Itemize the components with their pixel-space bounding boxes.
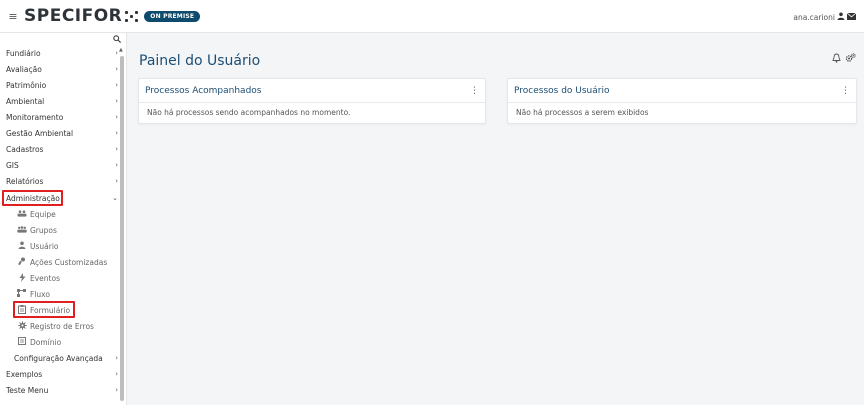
sidebar-item-label: Ambiental — [6, 96, 45, 106]
sidebar-item-exemplos[interactable]: Exemplos › — [6, 367, 118, 381]
sidebar-item-monitoramento[interactable]: Monitoramento › — [6, 110, 118, 124]
sidebar-item-ambiental[interactable]: Ambiental › — [6, 94, 118, 108]
highlight-administracao — [2, 190, 63, 206]
chevron-right-icon: › — [115, 370, 118, 378]
card-processos-acompanhados: Processos Acompanhados ⋮ Não há processo… — [138, 78, 486, 124]
sidebar-item-label: Configuração Avançada — [14, 353, 103, 363]
scrollbar-thumb[interactable] — [120, 56, 124, 401]
chevron-right-icon: › — [115, 145, 118, 153]
sidebar-item-label: Avaliação — [6, 64, 42, 74]
user-name: ana.carioni — [793, 12, 835, 22]
sidebar-subitem-acoes-customizadas[interactable]: Ações Customizadas — [17, 255, 107, 269]
card-processos-do-usuario: Processos do Usuário ⋮ Não há processos … — [507, 78, 857, 124]
chevron-right-icon: › — [115, 177, 118, 185]
user-icon[interactable] — [837, 12, 845, 22]
sidebar-subitem-usuario[interactable]: Usuário — [17, 239, 59, 253]
sidebar-item-teste-menu[interactable]: Teste Menu › — [6, 383, 118, 397]
page-actions — [832, 53, 856, 66]
chevron-right-icon: › — [115, 129, 118, 137]
sidebar-item-gis[interactable]: GIS › — [6, 158, 118, 172]
mail-icon[interactable] — [846, 12, 857, 22]
sidebar-subitem-label: Usuário — [30, 241, 59, 251]
logo-dots-icon — [125, 10, 139, 22]
page-title: Painel do Usuário — [139, 53, 261, 69]
sidebar-item-label: Patrimônio — [6, 80, 47, 90]
scroll-up-icon[interactable]: ▲ — [119, 47, 123, 53]
sidebar-subitem-label: Ações Customizadas — [30, 257, 108, 267]
sidebar-subitem-label: Fluxo — [30, 289, 50, 299]
search-icon[interactable] — [113, 35, 122, 46]
settings-gears-icon[interactable] — [845, 53, 856, 66]
bug-icon — [17, 320, 27, 332]
sidebar-item-avaliacao[interactable]: Avaliação › — [6, 62, 118, 76]
chevron-right-icon: › — [115, 97, 118, 105]
user-icon — [17, 241, 27, 251]
card-body: Não há processos a serem exibidos — [516, 108, 649, 117]
sidebar-item-label: GIS — [6, 160, 19, 170]
sidebar-scrollbar[interactable]: ▲ — [119, 47, 125, 405]
sidebar-item-label: Cadastros — [6, 144, 44, 154]
chevron-right-icon: › — [115, 81, 118, 89]
chevron-right-icon: › — [115, 386, 118, 394]
more-options-icon[interactable]: ⋮ — [470, 86, 479, 96]
sidebar-item-cadastros[interactable]: Cadastros › — [6, 142, 118, 156]
flow-icon — [17, 289, 27, 299]
sidebar-item-label: Relatórios — [6, 176, 44, 186]
highlight-formulario — [13, 301, 75, 318]
team-icon — [17, 209, 27, 219]
sidebar-subitem-fluxo[interactable]: Fluxo — [17, 287, 50, 301]
on-premise-badge: ON PREMISE — [144, 10, 201, 22]
sidebar-item-label: Gestão Ambiental — [6, 128, 74, 138]
sidebar-subitem-equipe[interactable]: Equipe — [17, 207, 56, 221]
sidebar-item-fundiario[interactable]: Fundiário › — [6, 46, 118, 60]
custom-actions-icon — [17, 257, 27, 267]
card-title: Processos do Usuário — [514, 85, 610, 96]
sidebar-item-label: Exemplos — [6, 369, 43, 379]
sidebar-item-label: Fundiário — [6, 48, 41, 58]
groups-icon — [17, 225, 27, 235]
card-title: Processos Acompanhados — [145, 85, 262, 96]
logo-text: SPECIFOR — [24, 6, 123, 26]
chevron-right-icon: › — [115, 354, 118, 362]
sidebar-subitem-label: Equipe — [30, 209, 56, 219]
chevron-right-icon: › — [115, 49, 118, 57]
sidebar-subitem-dominio[interactable]: Domínio — [17, 335, 61, 349]
more-options-icon[interactable]: ⋮ — [841, 86, 850, 96]
card-header: Processos Acompanhados ⋮ — [139, 79, 485, 103]
chevron-right-icon: › — [115, 161, 118, 169]
logo[interactable]: SPECIFOR ON PREMISE — [24, 6, 201, 26]
card-header: Processos do Usuário ⋮ — [508, 79, 856, 103]
sidebar-item-configuracao-avancada[interactable]: Configuração Avançada › — [14, 351, 118, 365]
chevron-down-icon: ⌄ — [112, 194, 118, 202]
sidebar-item-label: Teste Menu — [6, 385, 49, 395]
sidebar-subitem-eventos[interactable]: Eventos — [17, 271, 60, 285]
sidebar-item-label: Monitoramento — [6, 112, 64, 122]
sidebar-subitem-label: Eventos — [30, 273, 60, 283]
sidebar-item-patrimonio[interactable]: Patrimônio › — [6, 78, 118, 92]
sidebar-subitem-label: Domínio — [30, 337, 62, 347]
sidebar-item-relatorios[interactable]: Relatórios › — [6, 174, 118, 188]
chevron-right-icon: › — [115, 65, 118, 73]
sidebar-subitem-registro-de-erros[interactable]: Registro de Erros — [17, 319, 94, 333]
card-body: Não há processos sendo acompanhados no m… — [147, 108, 351, 117]
sidebar-subitem-label: Grupos — [30, 225, 57, 235]
lightning-icon — [17, 272, 27, 284]
user-menu[interactable]: ana.carioni — [793, 12, 857, 22]
chevron-right-icon: › — [115, 113, 118, 121]
bell-icon[interactable] — [832, 53, 841, 66]
hamburger-menu-icon[interactable]: ≡ — [4, 10, 22, 23]
sidebar-subitem-grupos[interactable]: Grupos — [17, 223, 57, 237]
sidebar-subitem-label: Registro de Erros — [30, 321, 94, 331]
top-bar: ≡ SPECIFOR ON PREMISE ana.carioni — [0, 0, 864, 33]
sidebar: ▲ Fundiário › Avaliação › Patrimônio › A… — [0, 33, 127, 405]
sidebar-item-gestao-ambiental[interactable]: Gestão Ambiental › — [6, 126, 118, 140]
domain-icon — [17, 337, 27, 347]
